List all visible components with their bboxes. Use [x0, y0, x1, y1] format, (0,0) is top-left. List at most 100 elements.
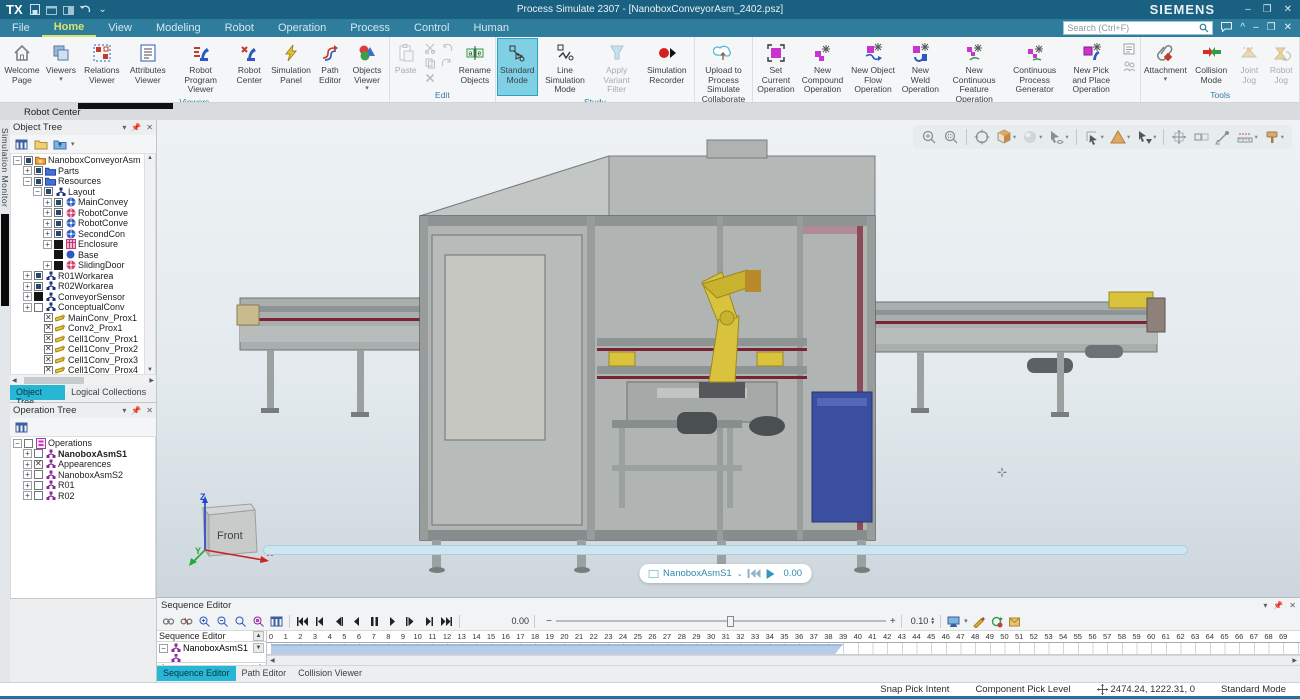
robot-program-viewer-button[interactable]: Robot Program Viewer: [171, 38, 231, 96]
gantt-timeline[interactable]: 0123456789101112131415161718192021222324…: [267, 631, 1300, 665]
visibility-checkbox[interactable]: [44, 324, 53, 333]
visibility-checkbox[interactable]: [34, 491, 43, 500]
minimize-button[interactable]: –: [1245, 4, 1251, 15]
expand-toggle-icon[interactable]: +: [23, 491, 32, 500]
search-icon[interactable]: [1199, 23, 1209, 33]
dropdown-arrow-icon[interactable]: ▾: [964, 617, 968, 625]
screen-record-icon[interactable]: [946, 614, 961, 628]
simulation-monitor-tab[interactable]: Simulation Monitor: [0, 128, 10, 207]
toolbar-dropdown-icon[interactable]: ▾: [71, 140, 75, 148]
visibility-checkbox[interactable]: [44, 355, 53, 364]
link-operations-icon[interactable]: [161, 614, 176, 628]
dropdown-arrow-icon[interactable]: ▾: [59, 76, 63, 84]
zoom-out-icon[interactable]: [215, 614, 230, 628]
jump-to-start-icon[interactable]: [748, 569, 761, 578]
visibility-checkbox[interactable]: [54, 240, 63, 249]
operation-tree-item[interactable]: +R01: [13, 480, 143, 491]
panel-menu-icon[interactable]: ▾: [122, 406, 126, 415]
collision-mode-button[interactable]: Collision Mode: [1188, 38, 1234, 89]
copy-icon[interactable]: [423, 56, 437, 69]
menu-tab-process[interactable]: Process: [338, 19, 402, 37]
visibility-checkbox[interactable]: [34, 460, 43, 469]
export-icon[interactable]: [1007, 614, 1022, 628]
visibility-checkbox[interactable]: [54, 261, 63, 270]
object-tree-item[interactable]: +RobotConve: [13, 218, 143, 229]
docked-panel-indicator[interactable]: [78, 103, 173, 109]
zoom-in-icon[interactable]: [919, 129, 939, 145]
doc-restore-icon[interactable]: ❐: [1267, 23, 1276, 33]
expand-toggle-icon[interactable]: +: [23, 449, 32, 458]
dropdown-arrow-icon[interactable]: ▾: [365, 85, 369, 93]
object-tree-item[interactable]: Cell1Conv_Prox4: [13, 365, 143, 374]
attachment-button[interactable]: Attachment▾: [1142, 38, 1188, 89]
player-operation-dropdown-icon[interactable]: ⌄: [737, 570, 743, 578]
visibility-checkbox[interactable]: [34, 271, 43, 280]
visibility-checkbox[interactable]: [34, 282, 43, 291]
visibility-checkbox[interactable]: [44, 313, 53, 322]
simulation-panel-button[interactable]: Simulation Panel: [268, 38, 314, 96]
graphic-viewer-3d[interactable]: ▾▾▾▾▾▾▾▾ Front Z X: [157, 120, 1300, 597]
timeline-hscrollbar[interactable]: ◀▶: [267, 655, 1300, 665]
working-frame-icon[interactable]: ▾: [1108, 129, 1132, 145]
expand-toggle-icon[interactable]: +: [23, 460, 32, 469]
visibility-checkbox[interactable]: [44, 334, 53, 343]
expand-toggle-icon[interactable]: +: [43, 198, 52, 207]
visibility-checkbox[interactable]: [44, 187, 53, 196]
object-tree-item[interactable]: −NanoboxConveyorAsm: [13, 155, 143, 166]
object-tree-vscrollbar[interactable]: ▲▼: [144, 154, 155, 374]
new-object-flow-operation-button[interactable]: New Object Flow Operation: [847, 38, 898, 103]
play-backward-icon[interactable]: [349, 614, 364, 628]
robot-center-button[interactable]: Robot Center: [230, 38, 268, 96]
new-pick-and-place-operation-button[interactable]: New Pick and Place Operation: [1063, 38, 1119, 103]
pencil-edit-icon[interactable]: [971, 614, 986, 628]
new-continuous-feature-operation-button[interactable]: New Continuous Feature Operation: [942, 38, 1006, 103]
view-orientation-icon[interactable]: ▾: [994, 129, 1018, 145]
relations-viewer-button[interactable]: Relations Viewer: [79, 38, 125, 96]
simulation-recorder-button[interactable]: Simulation Recorder: [641, 38, 693, 96]
expand-toggle-icon[interactable]: +: [23, 166, 32, 175]
object-tree-item[interactable]: MainConv_Prox1: [13, 313, 143, 324]
upload-to-process-simulate-collaborate-button[interactable]: Upload to Process Simulate Collaborate: [696, 38, 751, 103]
tab-path-editor[interactable]: Path Editor: [236, 666, 293, 681]
object-tree-item[interactable]: +MainConvey: [13, 197, 143, 208]
visibility-checkbox[interactable]: [54, 229, 63, 238]
welcome-page-button[interactable]: Welcome Page: [1, 38, 43, 96]
tab-collision-viewer[interactable]: Collision Viewer: [292, 666, 368, 681]
delete-icon[interactable]: [423, 71, 437, 84]
pick-filter-icon[interactable]: ▾: [1134, 129, 1158, 145]
panel-close-icon[interactable]: ✕: [146, 406, 153, 415]
relocate-icon[interactable]: [1191, 129, 1211, 145]
visibility-checkbox[interactable]: [34, 481, 43, 490]
pick-intent-status[interactable]: Snap Pick Intent: [880, 684, 949, 695]
object-tree-item[interactable]: +R02Workarea: [13, 281, 143, 292]
object-tree-item[interactable]: +R01Workarea: [13, 271, 143, 282]
qat-customize-icon[interactable]: ⌄: [97, 4, 109, 16]
visibility-checkbox[interactable]: [54, 208, 63, 217]
expand-toggle-icon[interactable]: +: [43, 219, 52, 228]
step-to-start-icon[interactable]: [313, 614, 328, 628]
play-icon[interactable]: [766, 569, 775, 579]
slider-minus[interactable]: −: [546, 616, 552, 627]
visibility-checkbox[interactable]: [54, 250, 63, 259]
menu-tab-modeling[interactable]: Modeling: [144, 19, 213, 37]
jump-to-start-icon[interactable]: [295, 614, 310, 628]
object-tree-item[interactable]: +SlidingDoor: [13, 260, 143, 271]
doc-minimize-icon[interactable]: –: [1253, 23, 1259, 33]
slider-thumb[interactable]: [727, 616, 734, 627]
gantt-columns-icon[interactable]: [269, 614, 284, 628]
measure-icon[interactable]: ▾: [1235, 129, 1259, 145]
panel-menu-icon[interactable]: ▾: [1263, 601, 1267, 610]
visibility-checkbox[interactable]: [24, 439, 33, 448]
update-icon[interactable]: [989, 614, 1004, 628]
tab-sequence-editor[interactable]: Sequence Editor: [157, 666, 236, 681]
feedback-icon[interactable]: [1221, 22, 1232, 35]
table-scroll-up[interactable]: ▲: [253, 631, 264, 641]
operation-list-icon[interactable]: [1121, 41, 1137, 56]
expand-toggle-icon[interactable]: +: [43, 229, 52, 238]
expand-toggle-icon[interactable]: +: [23, 271, 32, 280]
tree-filter-icon[interactable]: [14, 137, 29, 152]
markup-icon[interactable]: ▾: [1262, 129, 1286, 145]
window-icon-2[interactable]: [63, 4, 75, 16]
collapse-ribbon-icon[interactable]: ^: [1240, 23, 1245, 33]
object-tree-item[interactable]: +Enclosure: [13, 239, 143, 250]
